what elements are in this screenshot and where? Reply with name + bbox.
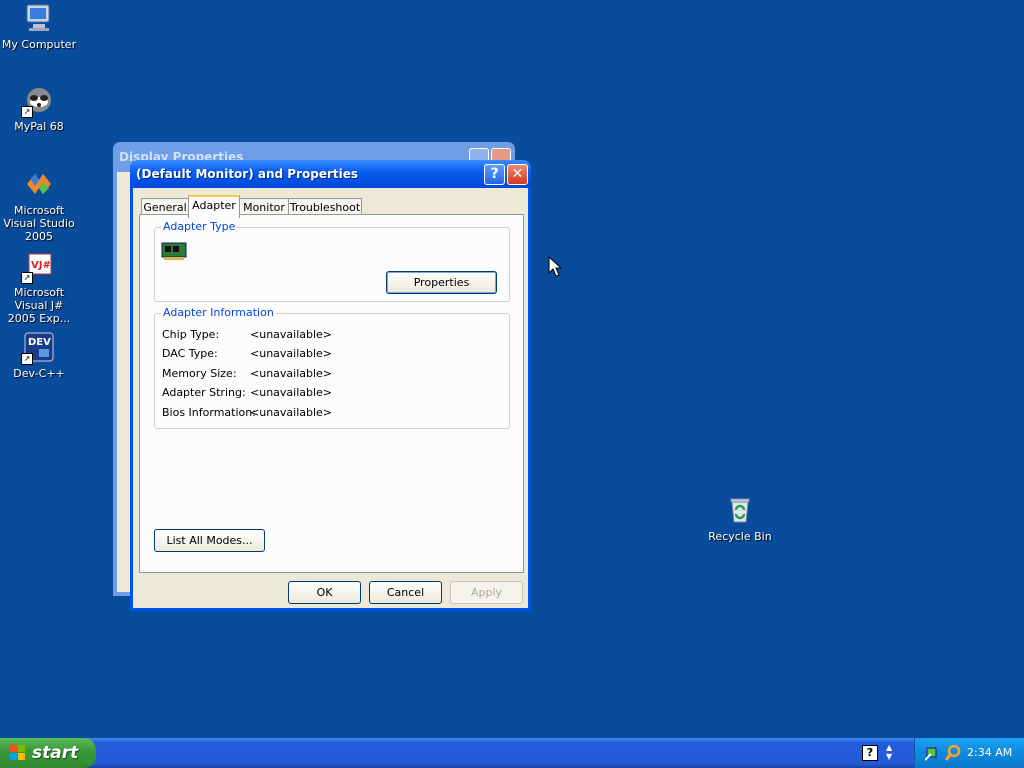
- dac-type-label: DAC Type:: [162, 347, 218, 360]
- desktop-icon-label: Dev-C++: [13, 367, 65, 380]
- monitor-properties-dialog[interactable]: (Default Monitor) and Properties ? ✕ Gen…: [130, 160, 531, 611]
- taskbar-scroll-icon[interactable]: ▲ ▼: [886, 743, 892, 761]
- help-tray-icon[interactable]: ?: [862, 745, 878, 761]
- desktop-icon-mypal[interactable]: ↗ MyPal 68: [0, 84, 79, 133]
- tab-label: Adapter: [192, 199, 236, 212]
- svg-text:VJ#: VJ#: [31, 260, 51, 271]
- shortcut-arrow-icon: ↗: [21, 353, 33, 365]
- cancel-button[interactable]: Cancel: [369, 581, 442, 604]
- chip-type-label: Chip Type:: [162, 328, 220, 341]
- shortcut-arrow-icon: ↗: [21, 272, 33, 284]
- desktop-icon-label: Recycle Bin: [708, 530, 772, 543]
- svg-text:DEV: DEV: [28, 337, 51, 348]
- bios-information-value: <unavailable>: [250, 406, 333, 419]
- desktop-icon-visual-jsharp[interactable]: VJ# ↗ Microsoft Visual J# 2005 Exp...: [0, 250, 79, 325]
- adapter-string-value: <unavailable>: [250, 386, 333, 399]
- dialog-title: (Default Monitor) and Properties: [136, 167, 359, 181]
- desktop-icon-label: Microsoft Visual Studio 2005: [3, 204, 75, 243]
- question-icon: ?: [490, 166, 499, 182]
- bios-information-label: Bios Information:: [162, 406, 256, 419]
- close-icon: ✕: [511, 166, 524, 182]
- desktop-icon-label: Microsoft Visual J# 2005 Exp...: [7, 286, 71, 325]
- desktop-icon-dev-cpp[interactable]: DEV ↗ Dev-C++: [0, 331, 79, 380]
- list-all-modes-button[interactable]: List All Modes...: [154, 529, 265, 552]
- dialog-body: General Adapter Monitor Troubleshoot Ada…: [133, 188, 528, 608]
- desktop-icon-label: MyPal 68: [14, 120, 64, 133]
- network-tray-icon[interactable]: [924, 745, 939, 764]
- dialog-titlebar[interactable]: (Default Monitor) and Properties ? ✕: [130, 160, 531, 188]
- apply-button[interactable]: Apply: [450, 581, 523, 604]
- memory-size-value: <unavailable>: [250, 367, 333, 380]
- search-tray-icon[interactable]: [944, 744, 961, 764]
- tab-adapter[interactable]: Adapter: [188, 195, 240, 218]
- computer-icon: [23, 2, 55, 34]
- shortcut-arrow-icon: ↗: [21, 106, 33, 118]
- windows-flag-icon: [10, 745, 26, 761]
- start-button[interactable]: start: [0, 738, 96, 768]
- tab-label: General: [143, 201, 187, 214]
- adapter-card-icon: [161, 240, 189, 267]
- raccoon-icon: ↗: [21, 84, 55, 118]
- desktop-icon-visual-studio[interactable]: Microsoft Visual Studio 2005: [0, 168, 79, 243]
- memory-size-label: Memory Size:: [162, 367, 237, 380]
- ok-button[interactable]: OK: [288, 581, 361, 604]
- mouse-cursor-icon: [548, 255, 563, 281]
- recycle-bin-icon: [724, 494, 756, 526]
- tab-label: Monitor: [243, 201, 285, 214]
- dac-type-value: <unavailable>: [250, 347, 333, 360]
- clock[interactable]: 2:34 AM: [967, 746, 1012, 759]
- chip-type-value: <unavailable>: [250, 328, 333, 341]
- group-title: Adapter Type: [161, 220, 238, 233]
- close-button[interactable]: ✕: [507, 164, 528, 185]
- system-tray: 2:34 AM: [914, 738, 1024, 768]
- adapter-type-group: Adapter Type Properties: [154, 220, 510, 302]
- dev-cpp-icon: DEV ↗: [21, 331, 55, 365]
- visual-jsharp-icon: VJ# ↗: [21, 250, 55, 284]
- adapter-string-label: Adapter String:: [162, 386, 246, 399]
- taskbar: start ? ▲ ▼ 2:34 AM: [0, 738, 1024, 768]
- adapter-tab-panel: Adapter Type Properties Adapter Informat…: [139, 214, 524, 573]
- tab-label: Troubleshoot: [289, 201, 361, 214]
- group-title: Adapter Information: [161, 306, 276, 319]
- start-label: start: [32, 743, 79, 763]
- adapter-information-group: Adapter Information Chip Type: <unavaila…: [154, 306, 510, 429]
- desktop-icon-label: My Computer: [1, 38, 77, 51]
- visual-studio-icon: [23, 168, 55, 200]
- desktop-icon-recycle-bin[interactable]: Recycle Bin: [700, 494, 780, 543]
- desktop-icon-my-computer[interactable]: My Computer: [0, 2, 79, 51]
- properties-button[interactable]: Properties: [386, 271, 497, 294]
- help-button[interactable]: ?: [484, 164, 505, 185]
